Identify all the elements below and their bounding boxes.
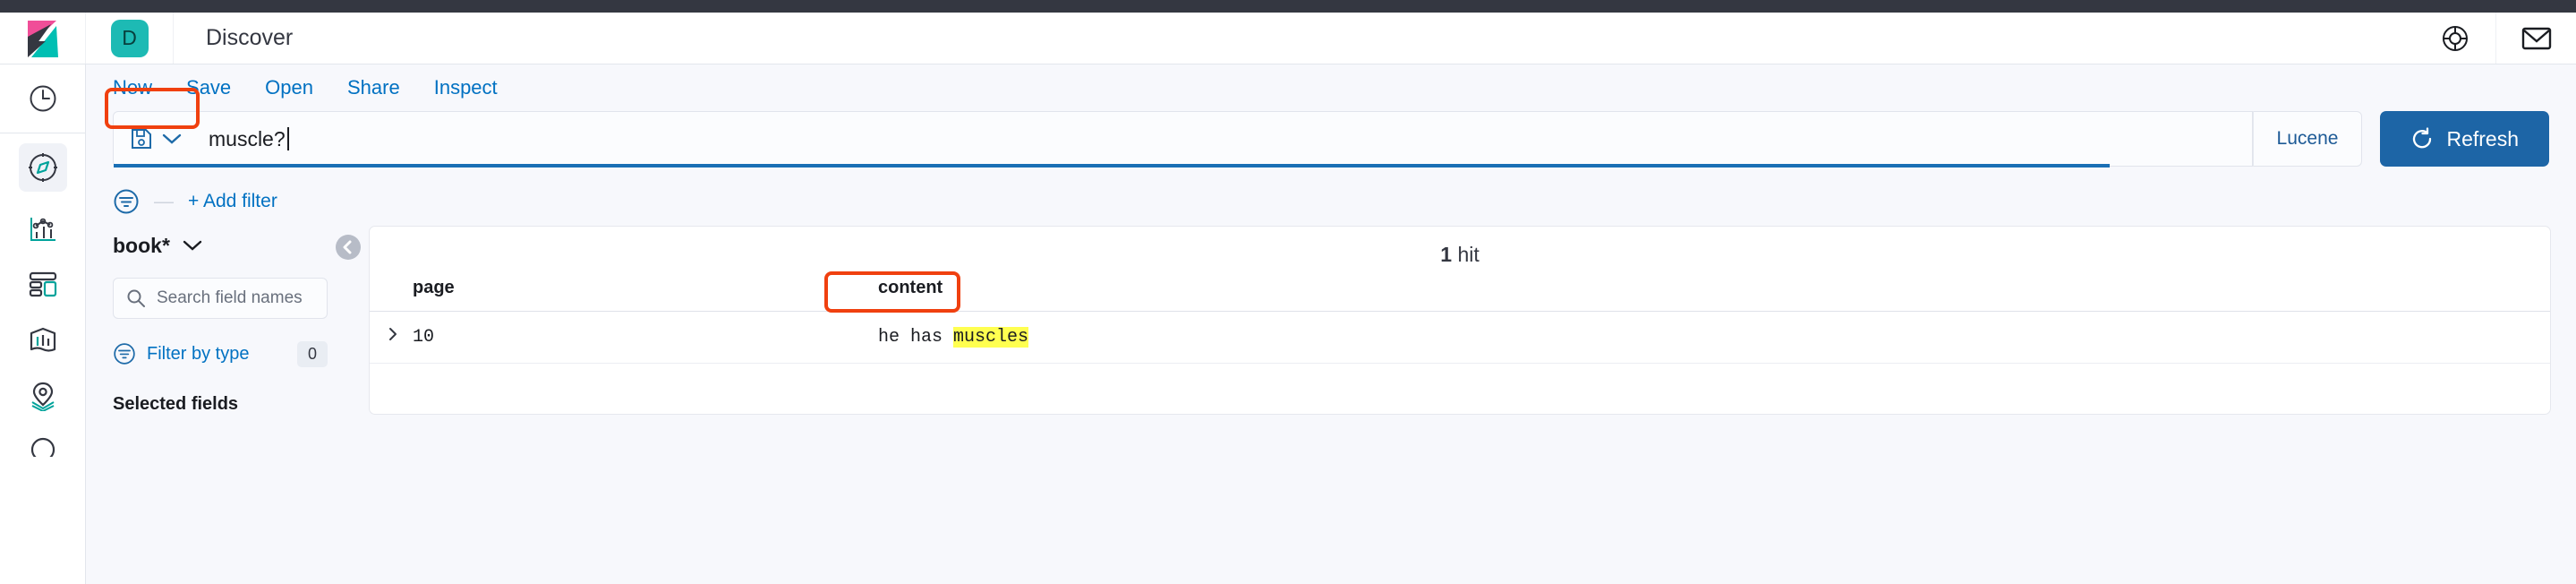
chevron-right-icon: [389, 328, 397, 340]
header-actions: [2415, 13, 2576, 64]
column-header-content[interactable]: content: [878, 267, 2550, 312]
content-highlight: muscles: [953, 327, 1029, 348]
top-chrome-strip: [0, 0, 2576, 13]
nav-save[interactable]: Save: [186, 76, 231, 99]
add-filter-button[interactable]: + Add filter: [188, 191, 277, 212]
chevron-down-icon: [162, 133, 182, 144]
sidebar-item-recently-viewed[interactable]: [0, 64, 86, 133]
expand-column-header: [370, 267, 413, 312]
query-focus-underline: [114, 164, 2110, 167]
filter-bar: — + Add filter: [86, 167, 2576, 217]
nav-new[interactable]: New: [113, 76, 152, 99]
sidebar-item-machine-learning[interactable]: [0, 424, 86, 459]
sidebar-item-canvas[interactable]: [0, 313, 86, 368]
discover-compass-icon: [29, 153, 57, 182]
table-row[interactable]: 10 he has muscles: [370, 311, 2550, 364]
filter-by-type-label[interactable]: Filter by type: [147, 344, 249, 365]
filter-by-type-count-badge: 0: [296, 340, 328, 367]
sidebar-collapse-wrapper: [328, 226, 369, 415]
content-prefix: he has: [878, 327, 954, 348]
nav-share[interactable]: Share: [347, 76, 400, 99]
recently-viewed-icon: [30, 85, 56, 112]
filter-by-type-row[interactable]: Filter by type 0: [113, 339, 328, 369]
cell-page: 10: [413, 311, 878, 364]
active-indicator: [19, 143, 67, 192]
discover-top-nav: New Save Open Share Inspect: [86, 64, 2576, 111]
nav-open[interactable]: Open: [265, 76, 313, 99]
field-search-placeholder: Search field names: [157, 288, 303, 307]
table-header: page content: [370, 267, 2550, 312]
refresh-icon: [2413, 127, 2432, 149]
query-language-switcher[interactable]: Lucene: [2252, 111, 2363, 167]
table-body: 10 he has muscles: [370, 311, 2550, 364]
table-header-row: page content: [370, 267, 2550, 312]
sidebar-item-maps[interactable]: [0, 368, 86, 424]
save-disk-icon: [132, 129, 151, 149]
mail-button[interactable]: [2495, 13, 2576, 64]
field-sidebar: book* Search field names Filter by type …: [113, 226, 328, 415]
selected-fields-heading: Selected fields: [113, 394, 239, 414]
column-header-page[interactable]: page: [413, 267, 878, 312]
help-icon: [2443, 25, 2468, 51]
kibana-logo-button[interactable]: [0, 13, 86, 64]
field-search-input[interactable]: Search field names: [113, 278, 328, 319]
dashboard-icon: [29, 271, 57, 297]
index-pattern-switcher[interactable]: book*: [113, 226, 328, 265]
query-bar-wrapper: muscle? Lucene Refresh: [86, 111, 2576, 167]
visualize-chart-icon: [30, 218, 55, 241]
sidebar-item-dashboard[interactable]: [0, 257, 86, 313]
app-header: D Discover: [0, 13, 2576, 64]
filter-circle-icon[interactable]: [113, 188, 140, 215]
sidebar-item-visualize[interactable]: [0, 202, 86, 257]
space-switcher-button[interactable]: D: [86, 13, 174, 64]
main-content: New Save Open Share Inspect muscle? Luce…: [86, 64, 2576, 584]
hit-label: hit: [1457, 243, 1480, 266]
index-pattern-label: book*: [113, 233, 170, 257]
page-title: Discover: [206, 25, 294, 50]
chevron-left-icon: [343, 240, 352, 254]
filter-circle-icon: [114, 343, 135, 365]
cell-content: he has muscles: [878, 311, 2550, 364]
sidebar-item-discover[interactable]: [0, 133, 86, 202]
help-button[interactable]: [2415, 13, 2495, 64]
side-nav-rail: [0, 64, 86, 584]
refresh-button-label: Refresh: [2446, 126, 2519, 150]
query-bar: muscle? Lucene Refresh: [113, 111, 2549, 167]
documents-table: page content 10 he has muscles: [370, 267, 2550, 364]
text-caret: [286, 127, 289, 150]
chevron-down-icon: [183, 240, 202, 251]
documents-panel: 1 hit page content 10 he has muscles: [369, 226, 2551, 415]
search-icon: [127, 289, 145, 307]
expand-row-button[interactable]: [370, 311, 413, 364]
discover-body: book* Search field names Filter by type …: [86, 226, 2576, 415]
canvas-icon: [30, 327, 56, 352]
avatar: D: [110, 19, 149, 57]
query-input-group[interactable]: muscle?: [113, 111, 2253, 167]
saved-query-popover-button[interactable]: [114, 112, 196, 166]
filter-separator: —: [154, 190, 174, 212]
search-input[interactable]: muscle?: [196, 112, 2252, 166]
kibana-logo: [25, 18, 60, 58]
maps-icon: [31, 382, 55, 411]
machine-learning-icon: [30, 437, 55, 457]
nav-inspect[interactable]: Inspect: [434, 76, 498, 99]
collapse-sidebar-button[interactable]: [336, 235, 361, 260]
hit-count: 1: [1440, 243, 1453, 266]
hit-count-line: 1 hit: [370, 227, 2550, 267]
refresh-button[interactable]: Refresh: [2380, 111, 2549, 167]
search-input-value: muscle?: [209, 126, 286, 150]
mail-icon: [2521, 27, 2551, 49]
